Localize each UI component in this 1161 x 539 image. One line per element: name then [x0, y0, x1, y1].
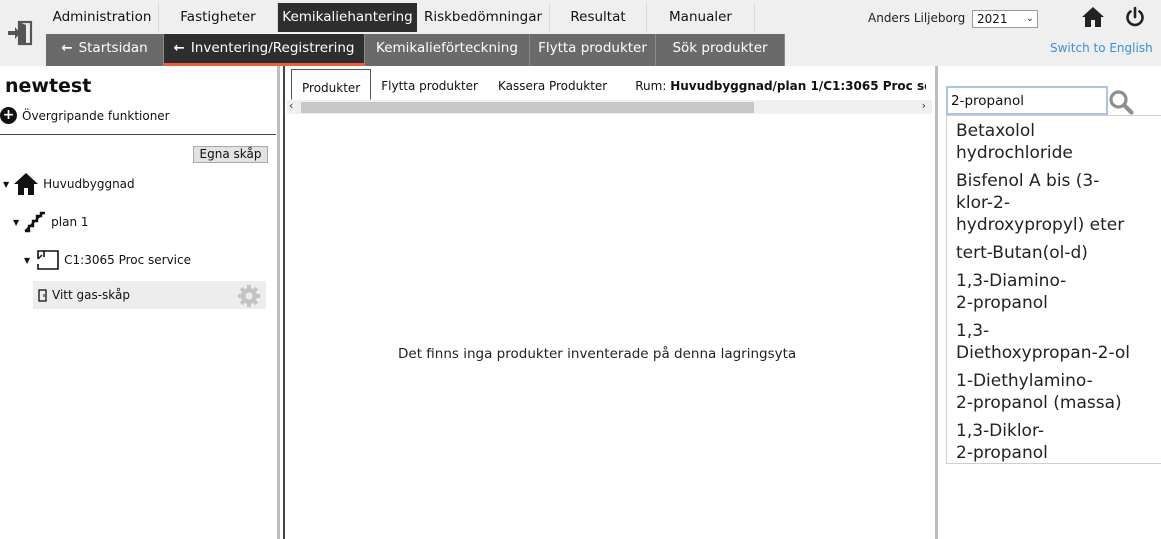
nav-item-manualer[interactable]: Manualer	[647, 3, 755, 32]
nav-item-resultat[interactable]: Resultat	[550, 3, 647, 32]
subnav-item-label: Kemikalieförteckning	[376, 40, 518, 56]
global-functions-label: Övergripande funktioner	[22, 108, 170, 123]
suggestion-item[interactable]: 1,3-Diklor- 2-propanol	[956, 420, 1152, 464]
suggestion-item[interactable]: Bisfenol A bis (3- klor-2- hydroxypropyl) …	[956, 170, 1152, 236]
product-search-panel: Betaxololhydrochloride Bisfenol A bis (3-…	[941, 66, 1161, 539]
tab-discard-products[interactable]: Kassera Produkter	[488, 69, 617, 100]
nav-item-kemikaliehantering[interactable]: Kemikaliehantering	[278, 3, 417, 32]
stairs-icon	[24, 211, 46, 233]
suggestion-text: hydroxypropyl) eter	[956, 215, 1125, 235]
subnav-item-label: Sök produkter	[672, 40, 768, 56]
search-suggestions-list: Betaxolol hydrochloride Bisfenol A bis (3-…	[946, 115, 1161, 464]
search-icon[interactable]	[1108, 89, 1134, 115]
subnav-item-label: Flytta produkter	[538, 40, 647, 56]
room-path: Huvudbyggnad/plan 1/C1:3065 Proc service	[670, 79, 926, 93]
tree-item-label: C1:3065 Proc service	[64, 253, 191, 267]
sub-navigation: ← Startsidan ← Inventering/Registrering Kemi…	[46, 34, 785, 66]
suggestion-text: 2-propanol	[956, 293, 1048, 313]
caret-down-icon[interactable]: ▼	[13, 218, 19, 227]
nav-item-administration[interactable]: Administration	[46, 3, 159, 32]
tree-item-room[interactable]: ▼ C1:3065 Proc service	[24, 249, 191, 271]
year-value: 2021	[977, 12, 1008, 26]
power-button[interactable]	[1124, 6, 1146, 28]
suggestion-item[interactable]: 1-Diethylamino- 2-propanol (massa)	[956, 370, 1152, 414]
suggestion-item[interactable]: Betaxolol hydrochloride	[956, 120, 1152, 164]
pane-border	[283, 66, 287, 539]
power-icon	[1126, 6, 1144, 27]
chevron-down-icon: ⌄	[1025, 13, 1034, 24]
suggestion-text: 1,3-Diklor-	[956, 421, 1044, 441]
tree-item-building[interactable]: ▼ Huvudbyggnad	[3, 172, 135, 196]
arrow-left-icon: ←	[173, 40, 185, 56]
suggestion-item[interactable]: tert-Butan(ol-d)	[956, 242, 1152, 264]
own-cabinets-button[interactable]: Egna skåp	[193, 146, 268, 163]
switch-language-link[interactable]: Switch to English	[1050, 41, 1153, 55]
location-tree-panel: newtest + Övergripande funktioner Egna s…	[0, 66, 280, 539]
divider	[0, 134, 276, 135]
suggestion-item[interactable]: 1,3-Diamino- 2-propanol	[956, 270, 1152, 314]
exit-button[interactable]	[6, 20, 34, 46]
suggestion-text: klor-2-	[956, 193, 1010, 213]
empty-state-message: Det finns inga produkter inventerade på …	[398, 346, 797, 362]
caret-down-icon[interactable]: ▼	[3, 180, 9, 189]
horizontal-scrollbar[interactable]: ‹ ›	[287, 99, 932, 114]
gear-icon[interactable]	[237, 284, 261, 311]
suggestion-text: 2-propanol	[956, 443, 1048, 463]
nav-item-fastigheter[interactable]: Fastigheter	[159, 3, 278, 32]
suggestion-text: 1,3-	[956, 321, 990, 341]
products-tabs: Produkter Flytta produkter Kassera Produ…	[291, 69, 926, 100]
tree-item-label: Vitt gas-skåp	[52, 288, 131, 302]
subnav-item-s-k-produkter[interactable]: Sök produkter	[656, 34, 785, 66]
subnav-item-label: Inventering/Registrering	[190, 40, 355, 56]
product-search-input[interactable]	[946, 86, 1108, 115]
cabinet-icon	[38, 288, 47, 302]
app-header: Administration Fastigheter Kemikaliehanter…	[0, 0, 1161, 66]
tree-item-floor[interactable]: ▼ plan 1	[13, 211, 89, 233]
tab-move-products[interactable]: Flytta produkter	[371, 69, 488, 100]
subnav-item-inventering-registrering[interactable]: ← Inventering/Registrering	[164, 34, 365, 66]
plus-circle-icon: +	[0, 107, 17, 124]
suggestion-item[interactable]: 1,3- Diethoxypropan-2-ol	[956, 320, 1152, 364]
caret-down-icon[interactable]: ▼	[24, 256, 30, 265]
home-icon	[1082, 7, 1104, 27]
subnav-item-startsidan[interactable]: ← Startsidan	[46, 34, 164, 66]
house-icon	[14, 173, 39, 195]
suggestion-text: Bisfenol A bis (3-	[956, 171, 1100, 191]
arrow-left-icon: ←	[61, 40, 73, 56]
room-icon	[37, 250, 59, 270]
subnav-item-label: Startsidan	[78, 40, 148, 56]
subnav-item-flytta-produkter[interactable]: Flytta produkter	[530, 34, 656, 66]
suggestion-text: 2-propanol (massa)	[956, 393, 1122, 413]
scroll-right-icon[interactable]: ›	[922, 99, 926, 112]
tree-item-cabinet[interactable]: Vitt gas-skåp	[33, 281, 266, 309]
suggestion-text: Betaxolol	[956, 121, 1035, 141]
tree-item-label: Huvudbyggnad	[43, 177, 135, 191]
suggestion-text: tert-Butan(ol-d)	[956, 243, 1088, 263]
room-breadcrumb: Rum: Huvudbyggnad/plan 1/C1:3065 Proc se…	[617, 69, 926, 100]
suggestion-text: 1,3-Diamino-	[956, 271, 1067, 291]
user-name: Anders Liljeborg	[868, 11, 966, 25]
room-prefix: Rum:	[635, 79, 667, 93]
scroll-left-icon[interactable]: ‹	[289, 99, 293, 112]
scrollbar-thumb[interactable]	[301, 102, 754, 113]
main-navigation: Administration Fastigheter Kemikaliehanter…	[46, 3, 755, 32]
suggestion-text: hydrochloride	[956, 143, 1073, 163]
suggestion-text: Diethoxypropan-2-ol	[956, 343, 1131, 363]
suggestion-text: 1-Diethylamino-	[956, 371, 1093, 391]
year-select[interactable]: 2021 ⌄	[972, 10, 1038, 28]
home-button[interactable]	[1081, 6, 1105, 28]
tab-products[interactable]: Produkter	[291, 69, 372, 100]
products-panel: Produkter Flytta produkter Kassera Produ…	[283, 66, 938, 539]
exit-icon	[8, 20, 33, 46]
nav-item-riskbed-mningar[interactable]: Riskbedömningar	[417, 3, 550, 32]
subnav-item-kemikalief-rteckning[interactable]: Kemikalieförteckning	[365, 34, 530, 66]
tree-item-label: plan 1	[51, 215, 89, 229]
database-title: newtest	[5, 75, 92, 97]
global-functions-link[interactable]: + Övergripande funktioner	[0, 107, 170, 124]
